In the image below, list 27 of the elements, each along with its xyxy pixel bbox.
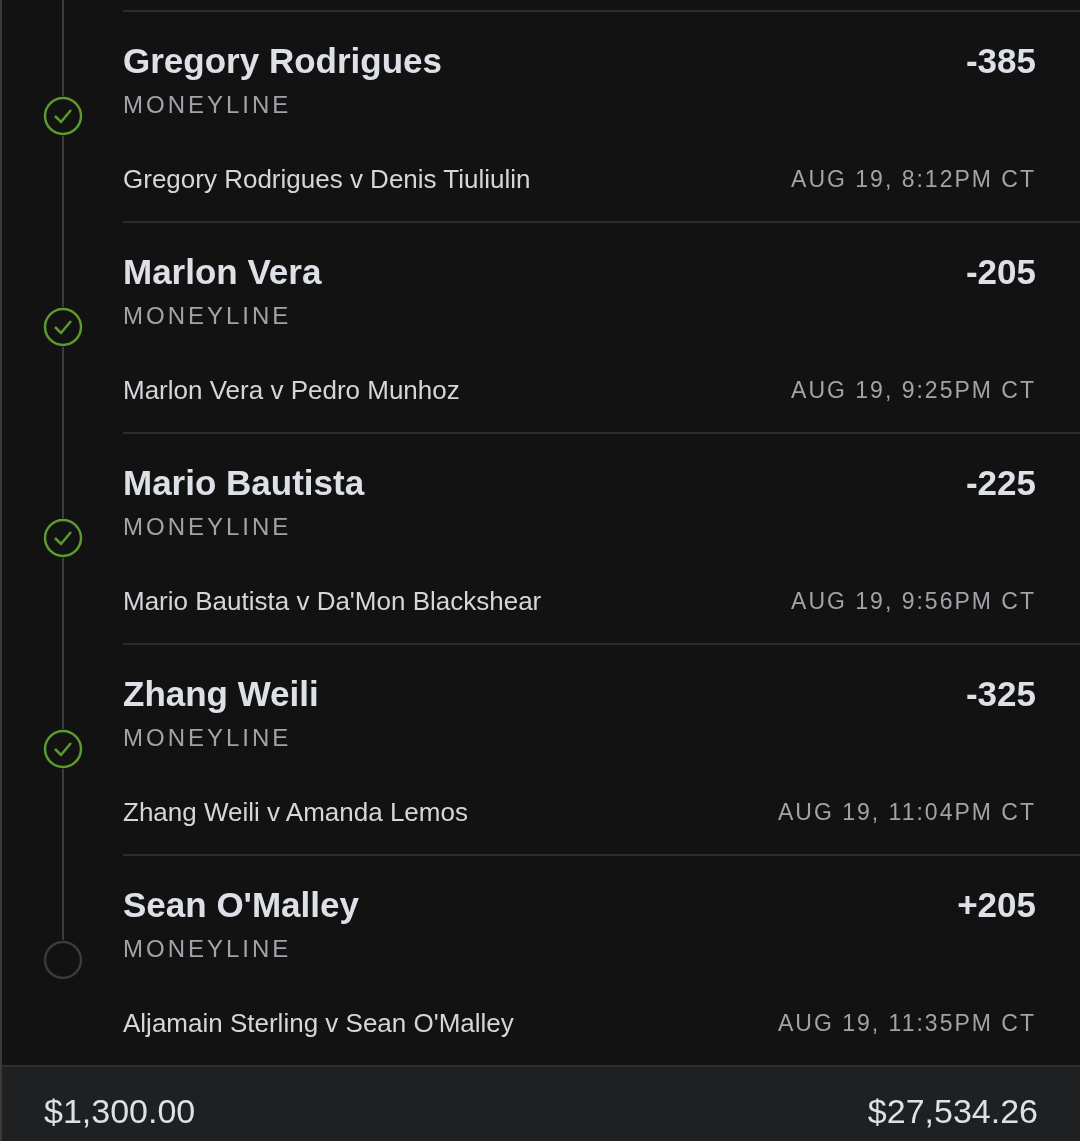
fighter-name: Sean O'Malley: [123, 885, 359, 925]
fighter-name: Mario Bautista: [123, 463, 365, 503]
odds: -225: [965, 463, 1036, 503]
total-wager: $1,300.00: [44, 1091, 196, 1131]
odds: -325: [965, 674, 1036, 714]
matchup: Aljamain Sterling v Sean O'Malley: [123, 1007, 514, 1039]
fighter-name: Gregory Rodrigues: [123, 41, 442, 81]
odds: +205: [957, 885, 1036, 925]
market-label: MONEYLINE: [123, 91, 292, 119]
matchup: Marlon Vera v Pedro Munhoz: [123, 374, 460, 406]
odds: -205: [965, 252, 1036, 292]
matchup: Gregory Rodrigues v Denis Tiuliulin: [123, 163, 531, 195]
total-payout: $27,534.26: [867, 1091, 1038, 1131]
event-time: AUG 19, 9:56PM CT: [791, 587, 1036, 616]
event-time: AUG 19, 8:12PM CT: [791, 165, 1036, 194]
matchup: Zhang Weili v Amanda Lemos: [123, 796, 468, 828]
odds: -385: [965, 41, 1036, 81]
matchup: Mario Bautista v Da'Mon Blackshear: [123, 585, 542, 617]
event-time: AUG 19, 11:04PM CT: [778, 798, 1036, 827]
event-time: AUG 19, 9:25PM CT: [791, 376, 1036, 405]
event-time: AUG 19, 11:35PM CT: [778, 1009, 1036, 1038]
market-label: MONEYLINE: [123, 513, 292, 541]
market-label: MONEYLINE: [123, 935, 292, 963]
market-label: MONEYLINE: [123, 724, 292, 752]
fighter-name: Marlon Vera: [123, 252, 322, 292]
fighter-name: Zhang Weili: [123, 674, 319, 714]
market-label: MONEYLINE: [123, 302, 292, 330]
